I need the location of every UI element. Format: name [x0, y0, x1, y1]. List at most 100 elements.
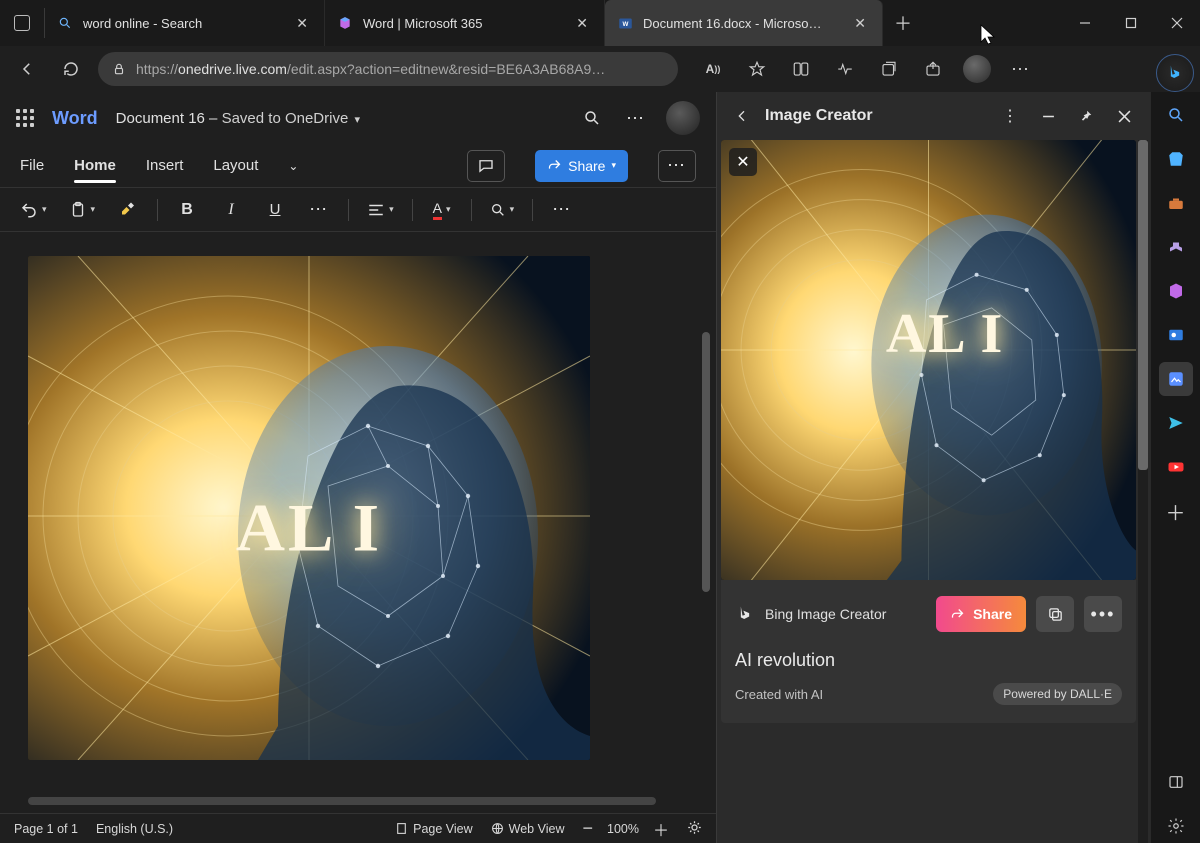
- image-creator-sidebar-icon[interactable]: [1159, 362, 1193, 396]
- tab-insert[interactable]: Insert: [146, 149, 184, 182]
- share-button[interactable]: Share ▾: [535, 150, 628, 182]
- m365-icon: [337, 15, 353, 31]
- tools-sidebar-icon[interactable]: [1159, 186, 1193, 220]
- games-sidebar-icon[interactable]: [1159, 230, 1193, 264]
- browser-titlebar: word online - Search ✕ Word | Microsoft …: [0, 0, 1200, 46]
- read-aloud-button[interactable]: A)): [694, 52, 732, 86]
- created-with-ai-label: Created with AI: [735, 687, 823, 702]
- close-panel-button[interactable]: [1110, 102, 1138, 130]
- settings-sidebar-icon[interactable]: [1159, 809, 1193, 843]
- format-painter-button[interactable]: [113, 195, 143, 225]
- page-view-button[interactable]: Page View: [395, 822, 473, 836]
- underline-button[interactable]: U: [260, 195, 290, 225]
- panel-scroll-thumb[interactable]: [1138, 140, 1148, 470]
- save-status-text: Saved to OneDrive: [222, 110, 349, 127]
- zoom-out-button[interactable]: −: [582, 818, 593, 839]
- close-image-button[interactable]: ✕: [729, 148, 757, 176]
- web-view-button[interactable]: Web View: [491, 822, 565, 836]
- word-brand[interactable]: Word: [52, 108, 98, 129]
- italic-button[interactable]: I: [216, 195, 246, 225]
- tab-label: Word | Microsoft 365: [363, 16, 482, 31]
- tab-m365[interactable]: Word | Microsoft 365 ✕: [325, 0, 605, 46]
- app-launcher-icon[interactable]: [16, 109, 34, 127]
- comments-button[interactable]: [467, 150, 505, 182]
- share-page-button[interactable]: [914, 52, 952, 86]
- search-button[interactable]: [578, 104, 606, 132]
- performance-button[interactable]: [826, 52, 864, 86]
- inserted-image[interactable]: AL I: [28, 256, 590, 760]
- font-more-button[interactable]: ⋯: [304, 195, 334, 225]
- status-bar: Page 1 of 1 English (U.S.) Page View Web…: [0, 813, 716, 843]
- find-button[interactable]: ▾: [486, 195, 519, 225]
- close-icon[interactable]: ✕: [292, 13, 312, 34]
- back-button[interactable]: [729, 103, 755, 129]
- separator: [471, 199, 472, 221]
- favorite-button[interactable]: [738, 52, 776, 86]
- horizontal-scrollbar[interactable]: [28, 797, 656, 805]
- minimize-panel-button[interactable]: [1034, 102, 1062, 130]
- share-label: Share: [568, 158, 605, 174]
- document-title[interactable]: Document 16 – Saved to OneDrive ▾: [116, 110, 360, 127]
- tab-layout[interactable]: Layout: [213, 149, 258, 182]
- address-bar[interactable]: https://onedrive.live.com/edit.aspx?acti…: [98, 52, 678, 86]
- paste-button[interactable]: ▾: [65, 195, 100, 225]
- shopping-sidebar-icon[interactable]: [1159, 142, 1193, 176]
- bold-button[interactable]: B: [172, 195, 202, 225]
- ribbon-overflow-button[interactable]: ⋯: [658, 150, 696, 182]
- pin-panel-button[interactable]: [1072, 102, 1100, 130]
- ribbon-more-button[interactable]: ⋯: [547, 195, 577, 225]
- undo-button[interactable]: ▾: [16, 195, 51, 225]
- page-count[interactable]: Page 1 of 1: [14, 822, 78, 836]
- close-icon[interactable]: ✕: [572, 13, 592, 34]
- share-label: Share: [973, 606, 1012, 622]
- refresh-button[interactable]: [54, 52, 88, 86]
- separator: [532, 199, 533, 221]
- add-sidebar-icon[interactable]: ＋: [1159, 494, 1193, 528]
- zoom-in-button[interactable]: ＋: [653, 817, 669, 841]
- split-screen-button[interactable]: [782, 52, 820, 86]
- account-avatar[interactable]: [666, 101, 700, 135]
- tab-file[interactable]: File: [20, 149, 44, 182]
- profile-button[interactable]: [958, 52, 996, 86]
- url-text: https://onedrive.live.com/edit.aspx?acti…: [136, 61, 664, 77]
- share-image-button[interactable]: Share: [936, 596, 1026, 632]
- panel-more-button[interactable]: ⋮: [996, 102, 1024, 130]
- tab-search[interactable]: word online - Search ✕: [45, 0, 325, 46]
- tab-word-doc[interactable]: W Document 16.docx - Microsoft W ✕: [605, 0, 883, 46]
- tab-home[interactable]: Home: [74, 149, 116, 182]
- separator: [157, 199, 158, 221]
- outlook-sidebar-icon[interactable]: [1159, 318, 1193, 352]
- tab-more-chevron[interactable]: ⌄: [288, 151, 298, 181]
- send-sidebar-icon[interactable]: [1159, 406, 1193, 440]
- generated-image[interactable]: ✕: [721, 140, 1136, 580]
- collections-button[interactable]: [870, 52, 908, 86]
- bing-icon: [735, 604, 755, 624]
- language[interactable]: English (U.S.): [96, 822, 173, 836]
- tab-actions-icon[interactable]: [14, 15, 30, 31]
- back-button[interactable]: [10, 52, 44, 86]
- bing-sidebar-toggle[interactable]: [1156, 54, 1194, 92]
- close-icon[interactable]: ✕: [850, 13, 870, 34]
- panel-title: Image Creator: [765, 107, 986, 125]
- new-tab-button[interactable]: ＋: [883, 0, 923, 46]
- chevron-down-icon: ▾: [611, 160, 616, 171]
- font-color-button[interactable]: A▾: [427, 195, 457, 225]
- close-window-button[interactable]: [1154, 0, 1200, 46]
- sidebar-layout-icon[interactable]: [1159, 765, 1193, 799]
- vertical-scrollbar[interactable]: [702, 332, 710, 592]
- more-button[interactable]: ⋯: [1002, 52, 1040, 86]
- minimize-button[interactable]: [1062, 0, 1108, 46]
- copy-image-button[interactable]: [1036, 596, 1074, 632]
- m365-sidebar-icon[interactable]: [1159, 274, 1193, 308]
- ribbon-toolbar: ▾ ▾ B I U ⋯ ▾ A▾ ▾ ⋯ ⌄: [0, 188, 716, 232]
- edge-sidebar: ＋: [1150, 92, 1200, 843]
- image-more-button[interactable]: •••: [1084, 596, 1122, 632]
- more-header-button[interactable]: ⋯: [622, 104, 650, 132]
- brightness-button[interactable]: [687, 820, 702, 838]
- youtube-sidebar-icon[interactable]: [1159, 450, 1193, 484]
- zoom-level[interactable]: 100%: [607, 822, 639, 836]
- document-canvas[interactable]: AL I: [0, 232, 716, 813]
- search-sidebar-icon[interactable]: [1159, 98, 1193, 132]
- maximize-button[interactable]: [1108, 0, 1154, 46]
- align-button[interactable]: ▾: [363, 195, 398, 225]
